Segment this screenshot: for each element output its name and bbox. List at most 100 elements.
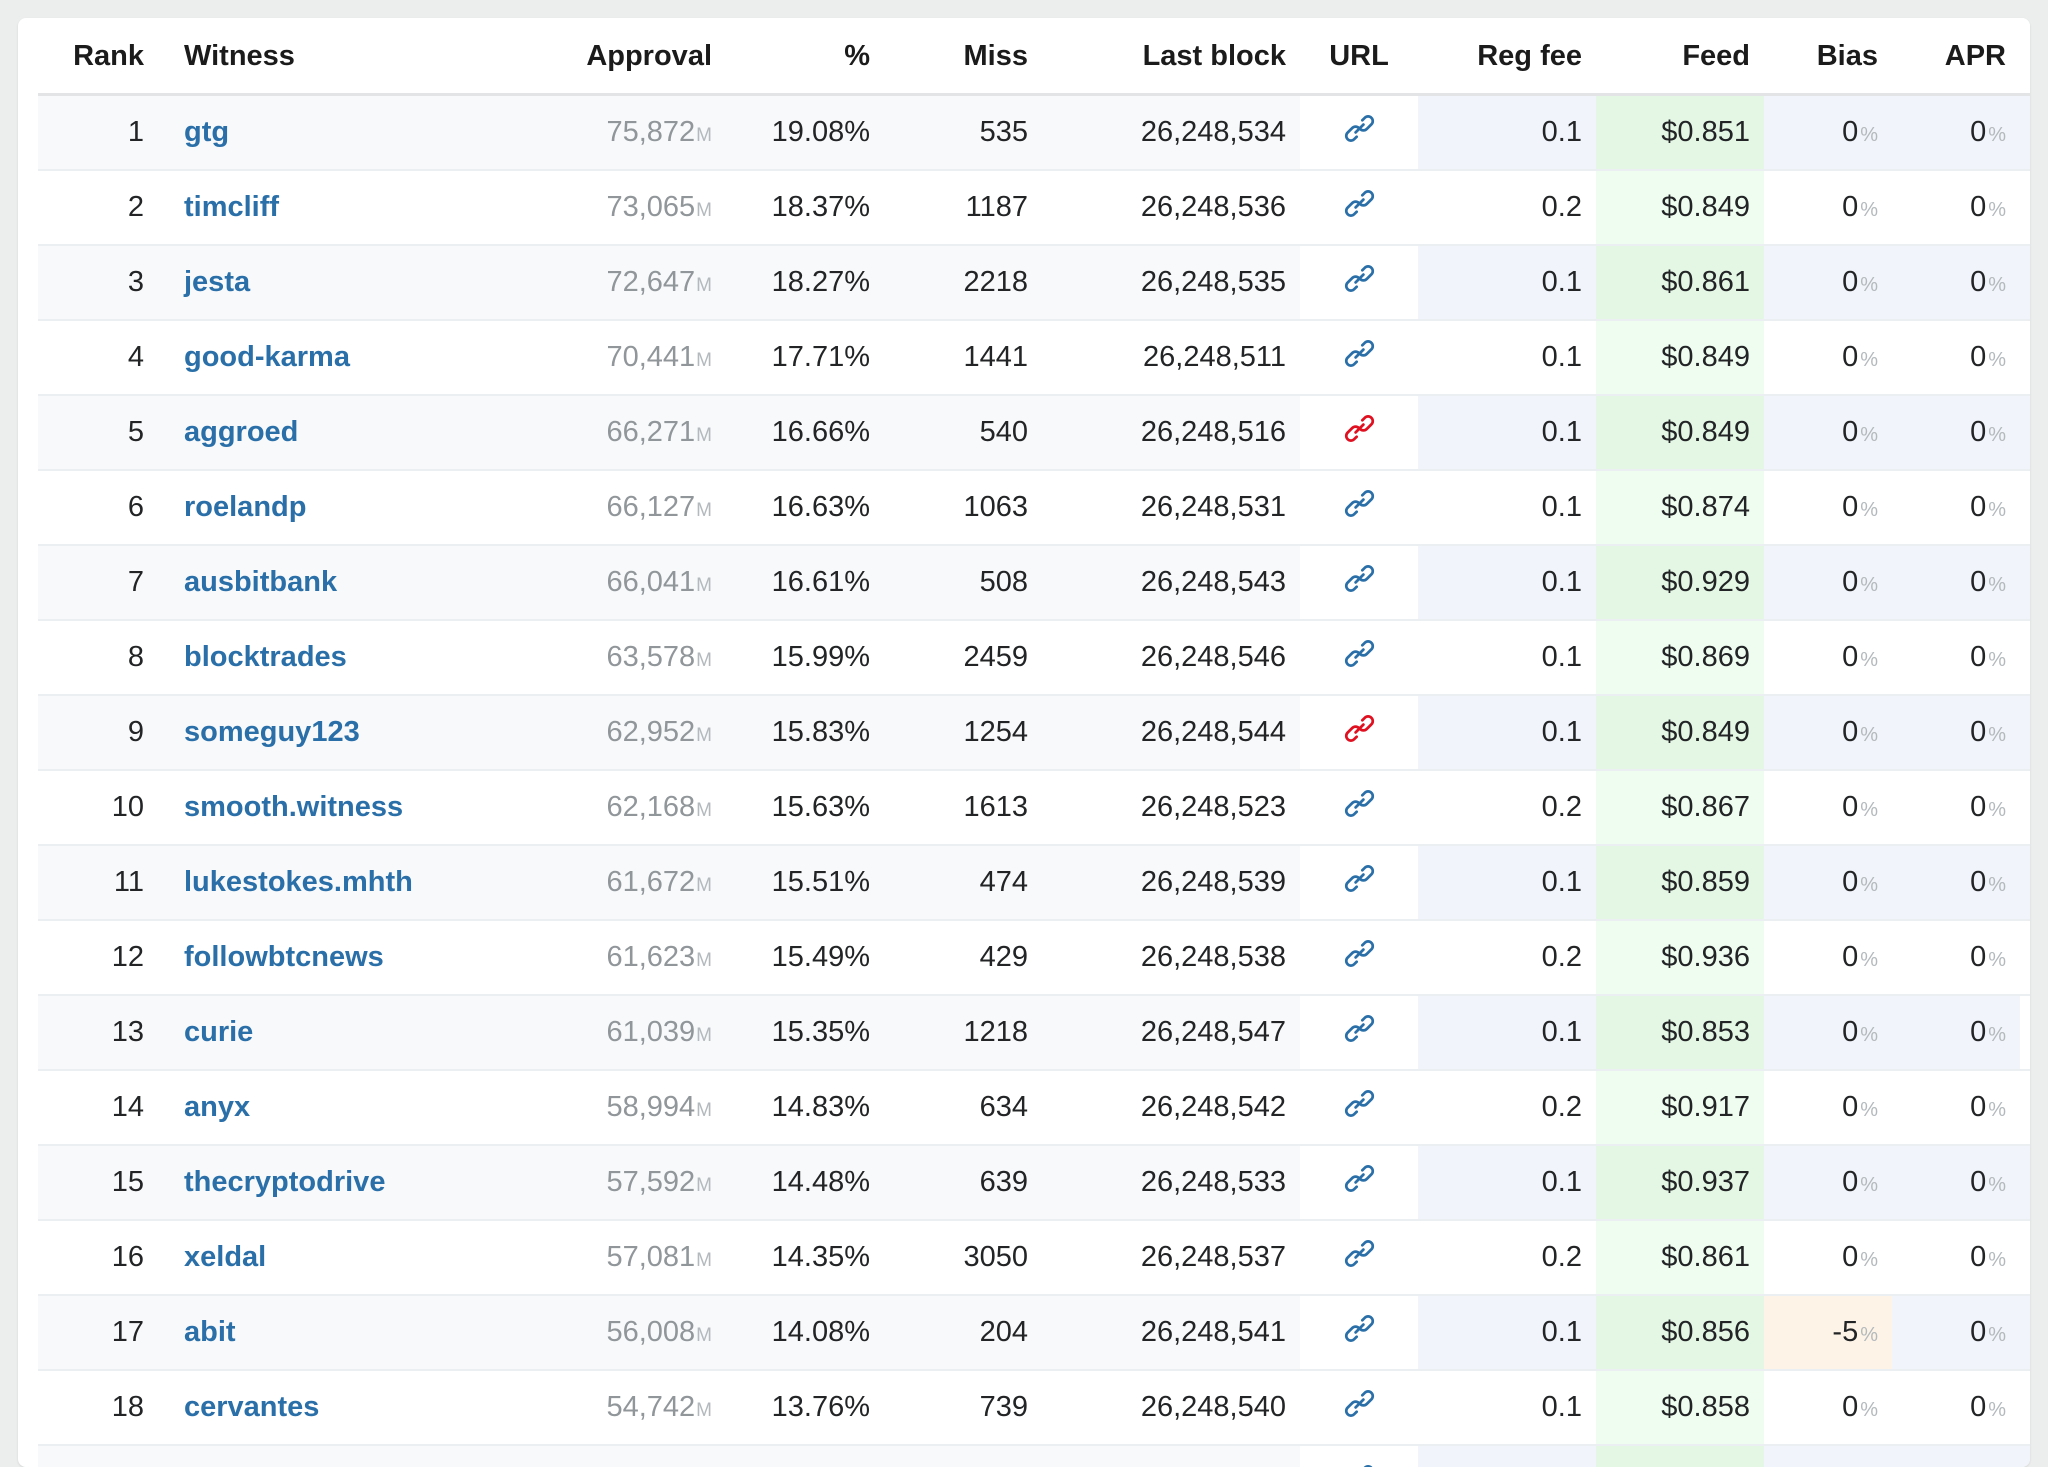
cell-url[interactable] (1300, 545, 1418, 620)
table-row[interactable]: 5aggroed66,271M16.66%54026,248,5160.1$0.… (38, 395, 2030, 470)
witness-link[interactable]: roelandp (184, 491, 306, 523)
table-row[interactable]: 7ausbitbank66,041M16.61%50826,248,5430.1… (38, 545, 2030, 620)
witness-link[interactable]: smooth.witness (184, 791, 403, 823)
cell-witness[interactable]: ausbitbank (158, 545, 498, 620)
column-header-percent[interactable]: % (726, 18, 884, 95)
table-row[interactable]: 2timcliff73,065M18.37%118726,248,5360.2$… (38, 170, 2030, 245)
table-row[interactable]: 17abit56,008M14.08%20426,248,5410.1$0.85… (38, 1295, 2030, 1370)
link-icon[interactable] (1344, 413, 1375, 444)
witness-link[interactable]: xeldal (184, 1241, 266, 1273)
link-icon[interactable] (1344, 938, 1375, 969)
table-row[interactable]: 14anyx58,994M14.83%63426,248,5420.2$0.91… (38, 1070, 2030, 1145)
cell-url[interactable] (1300, 1070, 1418, 1145)
link-icon[interactable] (1344, 1313, 1375, 1344)
column-header-url[interactable]: URL (1300, 18, 1418, 95)
cell-url[interactable] (1300, 395, 1418, 470)
link-icon[interactable] (1344, 338, 1375, 369)
cell-witness[interactable]: xeldal (158, 1220, 498, 1295)
link-icon[interactable] (1344, 563, 1375, 594)
table-row[interactable]: 15thecryptodrive57,592M14.48%63926,248,5… (38, 1145, 2030, 1220)
link-icon[interactable] (1344, 488, 1375, 519)
witness-link[interactable]: ausbitbank (184, 566, 337, 598)
cell-url[interactable] (1300, 95, 1418, 171)
cell-url[interactable] (1300, 1445, 1418, 1467)
cell-witness[interactable]: someguy123 (158, 695, 498, 770)
witness-link[interactable]: followbtcnews (184, 941, 384, 973)
witness-link[interactable]: thecryptodrive (184, 1166, 385, 1198)
witness-link[interactable]: anyx (184, 1091, 250, 1123)
table-row[interactable]: 18cervantes54,742M13.76%73926,248,5400.1… (38, 1370, 2030, 1445)
cell-witness[interactable]: cervantes (158, 1370, 498, 1445)
cell-url[interactable] (1300, 695, 1418, 770)
column-header-witness[interactable]: Witness (158, 18, 498, 95)
link-icon[interactable] (1344, 863, 1375, 894)
link-icon[interactable] (1344, 188, 1375, 219)
witness-link[interactable]: curie (184, 1016, 253, 1048)
link-icon[interactable] (1344, 113, 1375, 144)
cell-url[interactable] (1300, 245, 1418, 320)
column-header-feed[interactable]: Feed (1596, 18, 1764, 95)
cell-witness[interactable]: aggroed (158, 395, 498, 470)
witness-link[interactable]: abit (184, 1316, 236, 1348)
link-icon[interactable] (1344, 263, 1375, 294)
table-row[interactable]: 3jesta72,647M18.27%221826,248,5350.1$0.8… (38, 245, 2030, 320)
link-icon[interactable] (1344, 1388, 1375, 1419)
witness-link[interactable]: good-karma (184, 341, 350, 373)
column-header-block-size[interactable]: Block Size (2020, 18, 2030, 95)
column-header-reg-fee[interactable]: Reg fee (1418, 18, 1596, 95)
table-row[interactable]: 4good-karma70,441M17.71%144126,248,5110.… (38, 320, 2030, 395)
link-icon[interactable] (1344, 638, 1375, 669)
cell-witness[interactable]: curie (158, 995, 498, 1070)
link-icon[interactable] (1344, 1463, 1375, 1467)
cell-witness[interactable]: gtg (158, 95, 498, 171)
witness-link[interactable]: timcliff (184, 191, 279, 223)
cell-witness[interactable]: abit (158, 1295, 498, 1370)
table-row[interactable]: 19utopian-io53,131M13.36%98126,248,5150.… (38, 1445, 2030, 1467)
cell-witness[interactable]: timcliff (158, 170, 498, 245)
cell-url[interactable] (1300, 845, 1418, 920)
cell-witness[interactable]: thecryptodrive (158, 1145, 498, 1220)
cell-url[interactable] (1300, 995, 1418, 1070)
witness-link[interactable]: jesta (184, 266, 250, 298)
cell-url[interactable] (1300, 1145, 1418, 1220)
column-header-approval[interactable]: Approval (498, 18, 726, 95)
link-icon[interactable] (1344, 1088, 1375, 1119)
cell-url[interactable] (1300, 620, 1418, 695)
table-row[interactable]: 11lukestokes.mhth61,672M15.51%47426,248,… (38, 845, 2030, 920)
column-header-miss[interactable]: Miss (884, 18, 1042, 95)
cell-witness[interactable]: roelandp (158, 470, 498, 545)
cell-witness[interactable]: jesta (158, 245, 498, 320)
cell-url[interactable] (1300, 470, 1418, 545)
table-row[interactable]: 16xeldal57,081M14.35%305026,248,5370.2$0… (38, 1220, 2030, 1295)
table-row[interactable]: 6roelandp66,127M16.63%106326,248,5310.1$… (38, 470, 2030, 545)
link-icon[interactable] (1344, 1013, 1375, 1044)
table-row[interactable]: 10smooth.witness62,168M15.63%161326,248,… (38, 770, 2030, 845)
witness-link[interactable]: lukestokes.mhth (184, 866, 413, 898)
cell-url[interactable] (1300, 1295, 1418, 1370)
cell-url[interactable] (1300, 1220, 1418, 1295)
column-header-last-block[interactable]: Last block (1042, 18, 1300, 95)
link-icon[interactable] (1344, 788, 1375, 819)
cell-witness[interactable]: followbtcnews (158, 920, 498, 995)
link-icon[interactable] (1344, 713, 1375, 744)
cell-url[interactable] (1300, 770, 1418, 845)
link-icon[interactable] (1344, 1163, 1375, 1194)
table-row[interactable]: 8blocktrades63,578M15.99%245926,248,5460… (38, 620, 2030, 695)
witness-link[interactable]: blocktrades (184, 641, 347, 673)
witness-link[interactable]: aggroed (184, 416, 298, 448)
cell-witness[interactable]: utopian-io (158, 1445, 498, 1467)
cell-url[interactable] (1300, 1370, 1418, 1445)
cell-witness[interactable]: blocktrades (158, 620, 498, 695)
table-row[interactable]: 12followbtcnews61,623M15.49%42926,248,53… (38, 920, 2030, 995)
table-row[interactable]: 1gtg75,872M19.08%53526,248,5340.1$0.8510… (38, 95, 2030, 171)
column-header-rank[interactable]: Rank (38, 18, 158, 95)
witness-link[interactable]: gtg (184, 116, 229, 148)
cell-witness[interactable]: smooth.witness (158, 770, 498, 845)
cell-witness[interactable]: anyx (158, 1070, 498, 1145)
column-header-bias[interactable]: Bias (1764, 18, 1892, 95)
cell-url[interactable] (1300, 320, 1418, 395)
witness-link[interactable]: cervantes (184, 1391, 319, 1423)
link-icon[interactable] (1344, 1238, 1375, 1269)
column-header-apr[interactable]: APR (1892, 18, 2020, 95)
table-row[interactable]: 13curie61,039M15.35%121826,248,5470.1$0.… (38, 995, 2030, 1070)
